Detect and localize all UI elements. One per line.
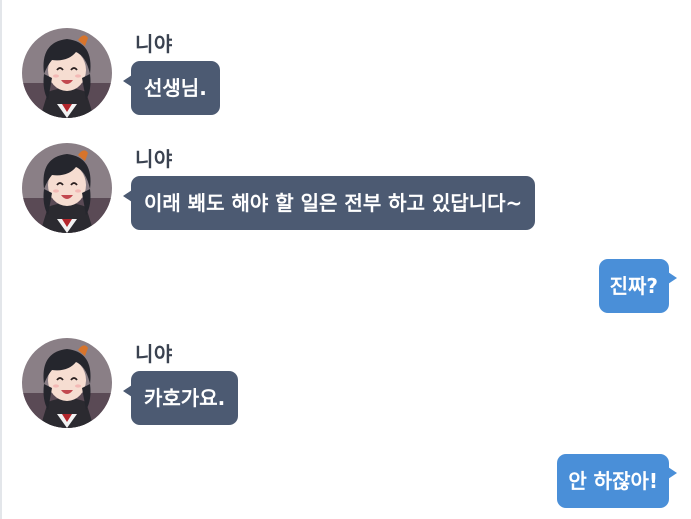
character-portrait-icon — [22, 143, 112, 233]
sender-name: 니야 — [135, 342, 173, 366]
message-group: 니야 이래 봬도 해야 할 일은 전부 하고 있답니다~ — [22, 143, 682, 235]
outgoing-message-bubble: 진짜? — [598, 259, 678, 313]
sender-name: 니야 — [135, 147, 173, 171]
message-group: 니야 선생님. — [22, 28, 682, 120]
character-portrait-icon — [22, 28, 112, 118]
left-divider — [0, 0, 2, 519]
incoming-message-bubble: 카호가요. — [122, 371, 239, 425]
character-portrait-icon — [22, 338, 112, 428]
outgoing-message-bubble: 안 하잖아! — [557, 454, 677, 508]
avatar[interactable] — [22, 338, 112, 428]
avatar[interactable] — [22, 28, 112, 118]
avatar[interactable] — [22, 143, 112, 233]
sender-name: 니야 — [135, 32, 173, 56]
incoming-message-bubble: 선생님. — [123, 61, 220, 115]
incoming-message-bubble: 이래 봬도 해야 할 일은 전부 하고 있답니다~ — [122, 176, 536, 230]
message-group: 니야 카호가요. — [22, 338, 682, 430]
